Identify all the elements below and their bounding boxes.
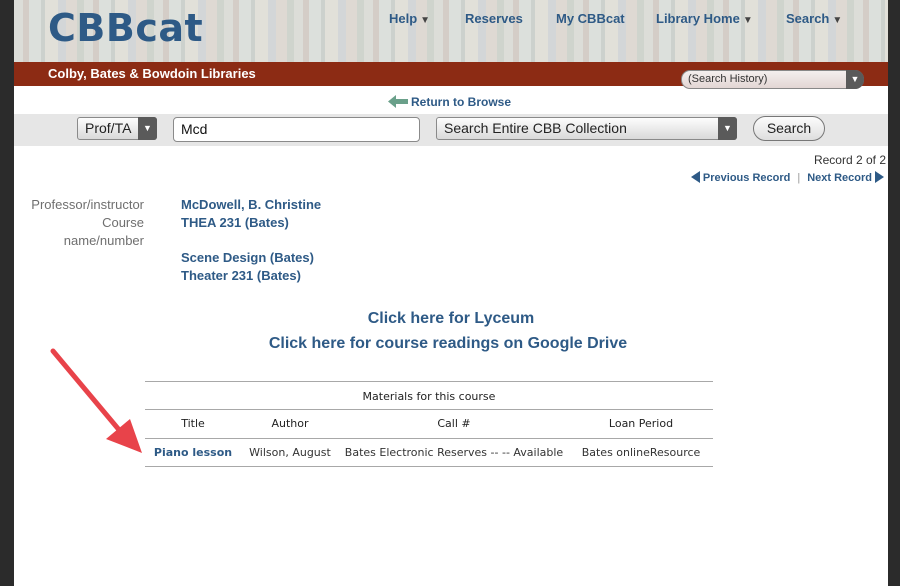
cell-author: Wilson, August [241,438,339,467]
nav-help-label: Help [389,11,418,26]
nav-search[interactable]: Search ▼ [786,11,842,26]
search-type-value: Prof/TA [85,120,132,136]
return-to-browse-link[interactable]: Return to Browse [388,95,511,109]
site-header: CBBcat Help ▼ Reserves My CBBcat Library … [14,0,888,62]
nav-library-home-label: Library Home [656,11,740,26]
previous-record-label: Previous Record [702,172,791,184]
previous-record-link[interactable]: Previous Record [690,171,791,184]
column-call-number: Call # [339,410,569,439]
material-title-link[interactable]: Piano lesson [154,446,232,459]
search-type-select[interactable]: Prof/TA ▼ [77,117,157,140]
red-arrow-annotation [50,348,142,453]
return-to-browse-label: Return to Browse [411,95,512,109]
library-name: Colby, Bates & Bowdoin Libraries [48,66,256,81]
course-name-link[interactable]: Scene Design (Bates) [181,249,321,267]
next-record-link[interactable]: Next Record [807,171,884,184]
column-title: Title [145,410,241,439]
nav-library-home[interactable]: Library Home ▼ [656,11,753,26]
nav-separator: | [797,172,801,184]
search-bar: Prof/TA ▼ Mcd Search Entire CBB Collecti… [14,114,888,146]
search-input[interactable]: Mcd [173,117,420,142]
nav-my-cbbcat[interactable]: My CBBcat [556,11,625,26]
materials-caption: Materials for this course [145,381,713,410]
chevron-down-icon: ▼ [420,15,431,26]
field-labels: Professor/instructor Course name/number [14,196,144,250]
chevron-down-icon: ▼ [846,70,864,89]
cell-call-number: Bates Electronic Reserves -- -- Availabl… [339,438,569,467]
lyceum-link[interactable]: Click here for Lyceum [14,310,888,328]
materials-section: Materials for this course Title Author C… [145,381,713,467]
column-author: Author [241,410,339,439]
cell-title: Piano lesson [145,438,241,467]
search-history-select[interactable]: (Search History) ▼ [681,70,864,89]
nav-reserves[interactable]: Reserves [465,11,523,26]
column-loan-period: Loan Period [569,410,713,439]
next-record-label: Next Record [807,172,872,184]
search-scope-select[interactable]: Search Entire CBB Collection ▼ [436,117,737,140]
cell-loan-period: Bates onlineResource [569,438,713,467]
library-banner: Colby, Bates & Bowdoin Libraries (Search… [14,62,888,89]
nav-search-label: Search [786,11,830,26]
chevron-down-icon: ▼ [742,15,753,26]
nav-my-cbbcat-label: My CBBcat [556,11,625,26]
professor-link[interactable]: McDowell, B. Christine [181,196,321,214]
page: CBBcat Help ▼ Reserves My CBBcat Library … [14,0,888,586]
chevron-down-icon: ▼ [718,117,737,140]
chevron-down-icon: ▼ [832,15,843,26]
chevron-down-icon: ▼ [138,117,157,140]
right-triangle-icon [875,171,884,183]
label-course: Course [102,215,144,230]
nav-reserves-label: Reserves [465,11,523,26]
label-name-number: name/number [63,233,144,248]
record-count: Record 2 of 2 [813,153,886,167]
course-name-2-link[interactable]: Theater 231 (Bates) [181,267,321,285]
materials-table: Title Author Call # Loan Period Piano le… [145,410,713,467]
top-nav: Help ▼ Reserves My CBBcat Library Home ▼ S… [14,11,888,31]
search-button[interactable]: Search [753,116,825,141]
left-triangle-icon [690,171,700,183]
search-history-label: (Search History) [688,73,768,85]
nav-help[interactable]: Help ▼ [389,11,430,26]
course-number-link[interactable]: THEA 231 (Bates) [181,214,321,232]
table-row: Piano lesson Wilson, August Bates Electr… [145,438,713,467]
field-values: McDowell, B. Christine THEA 231 (Bates) … [181,196,321,285]
table-header-row: Title Author Call # Loan Period [145,410,713,439]
return-arrow-icon [388,95,408,108]
search-scope-value: Search Entire CBB Collection [444,120,627,136]
label-professor: Professor/instructor [31,197,144,212]
record-navigation: Previous Record | Next Record [690,171,884,184]
